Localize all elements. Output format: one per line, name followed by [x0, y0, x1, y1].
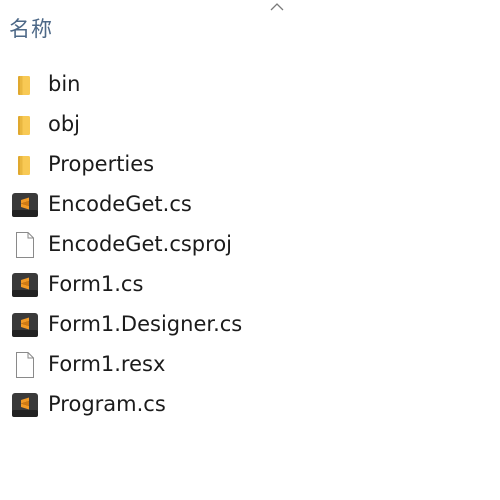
file-name: Properties	[48, 152, 155, 176]
blank-file-icon	[11, 231, 39, 259]
folder-icon	[11, 71, 39, 99]
folder-icon	[11, 151, 39, 179]
file-name: Form1.Designer.cs	[48, 312, 243, 336]
list-item[interactable]: Form1.cs	[0, 264, 500, 304]
file-explorer: 名称 bin obj Properties EncodeGet.cs Encod…	[0, 0, 500, 500]
sublime-cs-icon	[11, 191, 39, 219]
list-item[interactable]: Properties	[0, 144, 500, 184]
file-name: Form1.cs	[48, 272, 144, 296]
list-item[interactable]: Form1.resx	[0, 344, 500, 384]
file-name: obj	[48, 112, 81, 136]
folder-icon	[11, 111, 39, 139]
list-item[interactable]: obj	[0, 104, 500, 144]
list-item[interactable]: EncodeGet.csproj	[0, 224, 500, 264]
sublime-cs-icon	[11, 311, 39, 339]
list-item[interactable]: Program.cs	[0, 384, 500, 424]
list-item[interactable]: EncodeGet.cs	[0, 184, 500, 224]
file-name: Form1.resx	[48, 352, 166, 376]
file-list: bin obj Properties EncodeGet.cs EncodeGe…	[0, 64, 500, 424]
sublime-cs-icon	[11, 391, 39, 419]
file-name: bin	[48, 72, 81, 96]
sublime-cs-icon	[11, 271, 39, 299]
list-item[interactable]: Form1.Designer.cs	[0, 304, 500, 344]
file-name: EncodeGet.cs	[48, 192, 192, 216]
file-name: Program.cs	[48, 392, 166, 416]
column-header-name[interactable]: 名称	[9, 15, 53, 43]
list-item[interactable]: bin	[0, 64, 500, 104]
chevron-up-icon[interactable]	[269, 1, 285, 13]
file-name: EncodeGet.csproj	[48, 232, 232, 256]
blank-file-icon	[11, 351, 39, 379]
